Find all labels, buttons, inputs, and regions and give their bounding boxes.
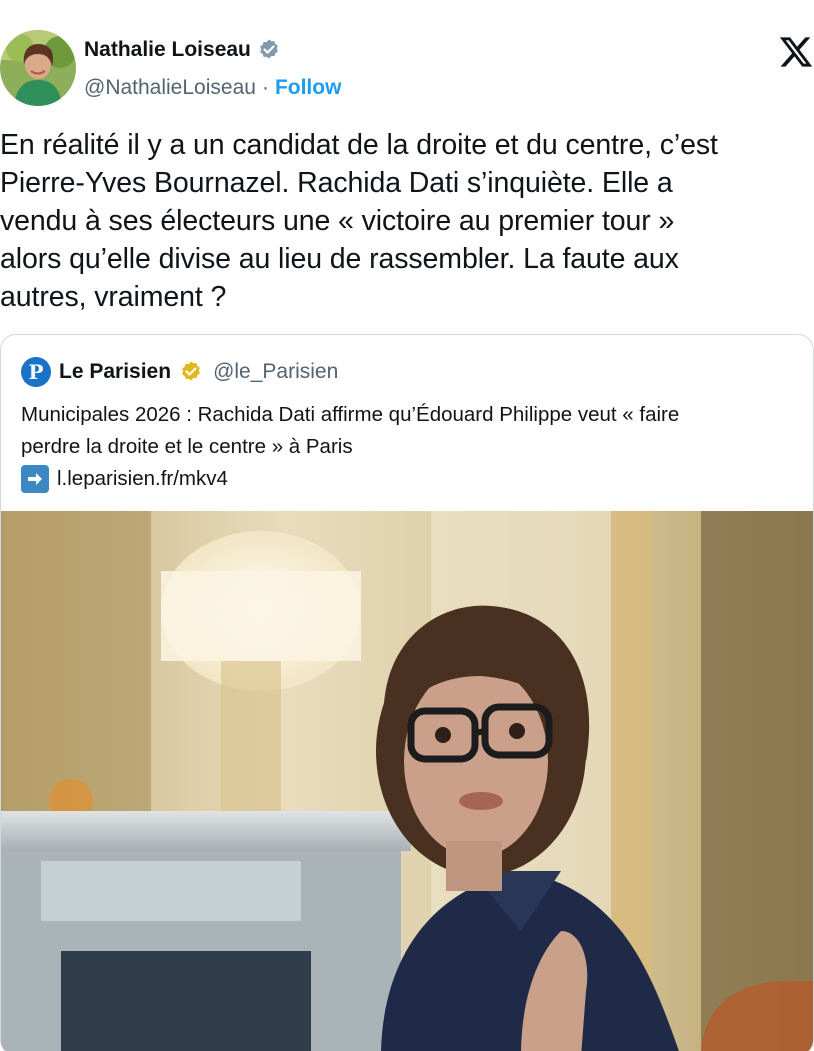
author-display-name[interactable]: Nathalie Loiseau — [84, 38, 251, 62]
tweet-header: Nathalie Loiseau @NathalieLoiseau · Foll… — [0, 30, 814, 110]
separator-dot: · — [261, 76, 269, 99]
quote-photo[interactable] — [1, 511, 813, 1051]
quote-text: Municipales 2026 : Rachida Dati affirme … — [21, 399, 801, 495]
author-handle[interactable]: @NathalieLoiseau — [84, 76, 256, 100]
author-avatar[interactable] — [0, 30, 76, 106]
right-arrow-icon — [21, 465, 49, 493]
verified-badge-icon — [257, 38, 281, 62]
quote-text-line-2: perdre la droite et le centre » à Paris — [21, 435, 353, 458]
x-logo-icon[interactable] — [778, 34, 814, 70]
gold-verified-badge-icon — [179, 360, 203, 384]
quote-handle[interactable]: @le_Parisien — [213, 360, 338, 384]
follow-button[interactable]: Follow — [275, 76, 342, 100]
quote-text-line-1: Municipales 2026 : Rachida Dati affirme … — [21, 403, 680, 426]
logo-letter: P — [28, 360, 44, 384]
tweet-text: En réalité il y a un candidat de la droi… — [0, 129, 718, 313]
quote-display-name[interactable]: Le Parisien — [59, 360, 171, 384]
quoted-tweet-card[interactable]: P Le Parisien @le_Parisien Municipales 2… — [0, 334, 814, 1051]
le-parisien-logo-icon: P — [21, 357, 51, 387]
quote-link[interactable]: l.leparisien.fr/mkv4 — [57, 463, 228, 495]
